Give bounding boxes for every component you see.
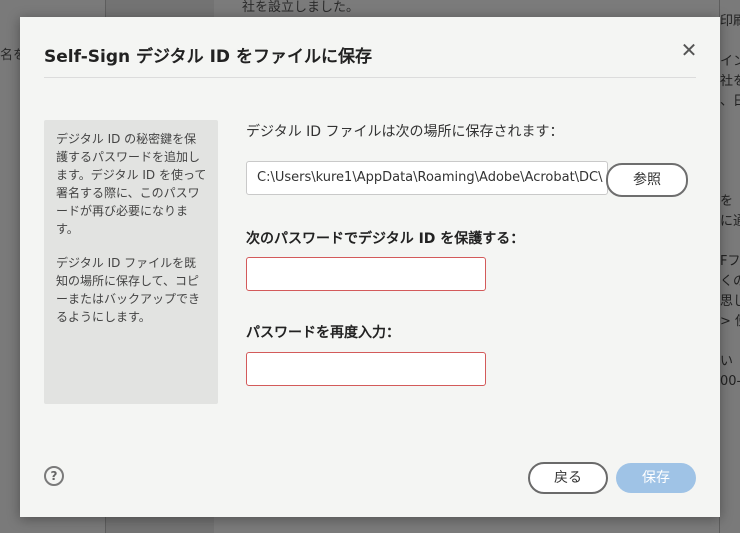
save-button[interactable]: 保存 xyxy=(616,463,696,493)
title-divider xyxy=(44,77,696,78)
password-input[interactable] xyxy=(246,257,486,291)
confirm-password-label: パスワードを再度入力： xyxy=(246,325,400,341)
background-right-line: インス xyxy=(720,54,740,69)
background-right-line: 00- xyxy=(720,374,740,389)
location-label: デジタル ID ファイルは次の場所に保存されます： xyxy=(246,124,564,140)
save-digital-id-dialog: Self-Sign デジタル ID をファイルに保存 ✕ デジタル ID の秘密… xyxy=(20,17,720,517)
background-right-line: > 使 xyxy=(720,314,740,329)
background-right-line: を xyxy=(720,194,734,209)
info-panel: デジタル ID の秘密鍵を保護するパスワードを追加します。デジタル ID を使っ… xyxy=(44,120,218,404)
help-icon[interactable]: ? xyxy=(44,466,64,486)
background-right-line: い xyxy=(720,354,734,369)
close-icon[interactable]: ✕ xyxy=(678,39,700,61)
dialog-title: Self-Sign デジタル ID をファイルに保存 xyxy=(44,47,372,67)
info-paragraph-password: デジタル ID の秘密鍵を保護するパスワードを追加します。デジタル ID を使っ… xyxy=(56,132,207,236)
background-right-line: 思し xyxy=(720,294,740,309)
password-label: 次のパスワードでデジタル ID を保護する： xyxy=(246,231,525,247)
background-right-line: くの xyxy=(720,274,740,289)
background-right-line: 社を xyxy=(720,74,740,89)
background-right-line: 、日 xyxy=(720,94,740,109)
confirm-password-input[interactable] xyxy=(246,352,486,386)
background-right-line: 印刷 xyxy=(720,14,740,29)
background-right-line: Fフ xyxy=(720,254,740,269)
background-right-line: に通 xyxy=(720,214,740,229)
info-paragraph-location: デジタル ID ファイルを既知の場所に保存して、コピーまたはバックアップできるよ… xyxy=(56,256,201,324)
file-path-field[interactable]: C:\Users\kure1\AppData\Roaming\Adobe\Acr… xyxy=(246,161,608,195)
browse-button[interactable]: 参照 xyxy=(606,163,688,197)
background-top-text: 社を設立しました。 xyxy=(242,0,360,15)
back-button[interactable]: 戻る xyxy=(528,462,608,494)
